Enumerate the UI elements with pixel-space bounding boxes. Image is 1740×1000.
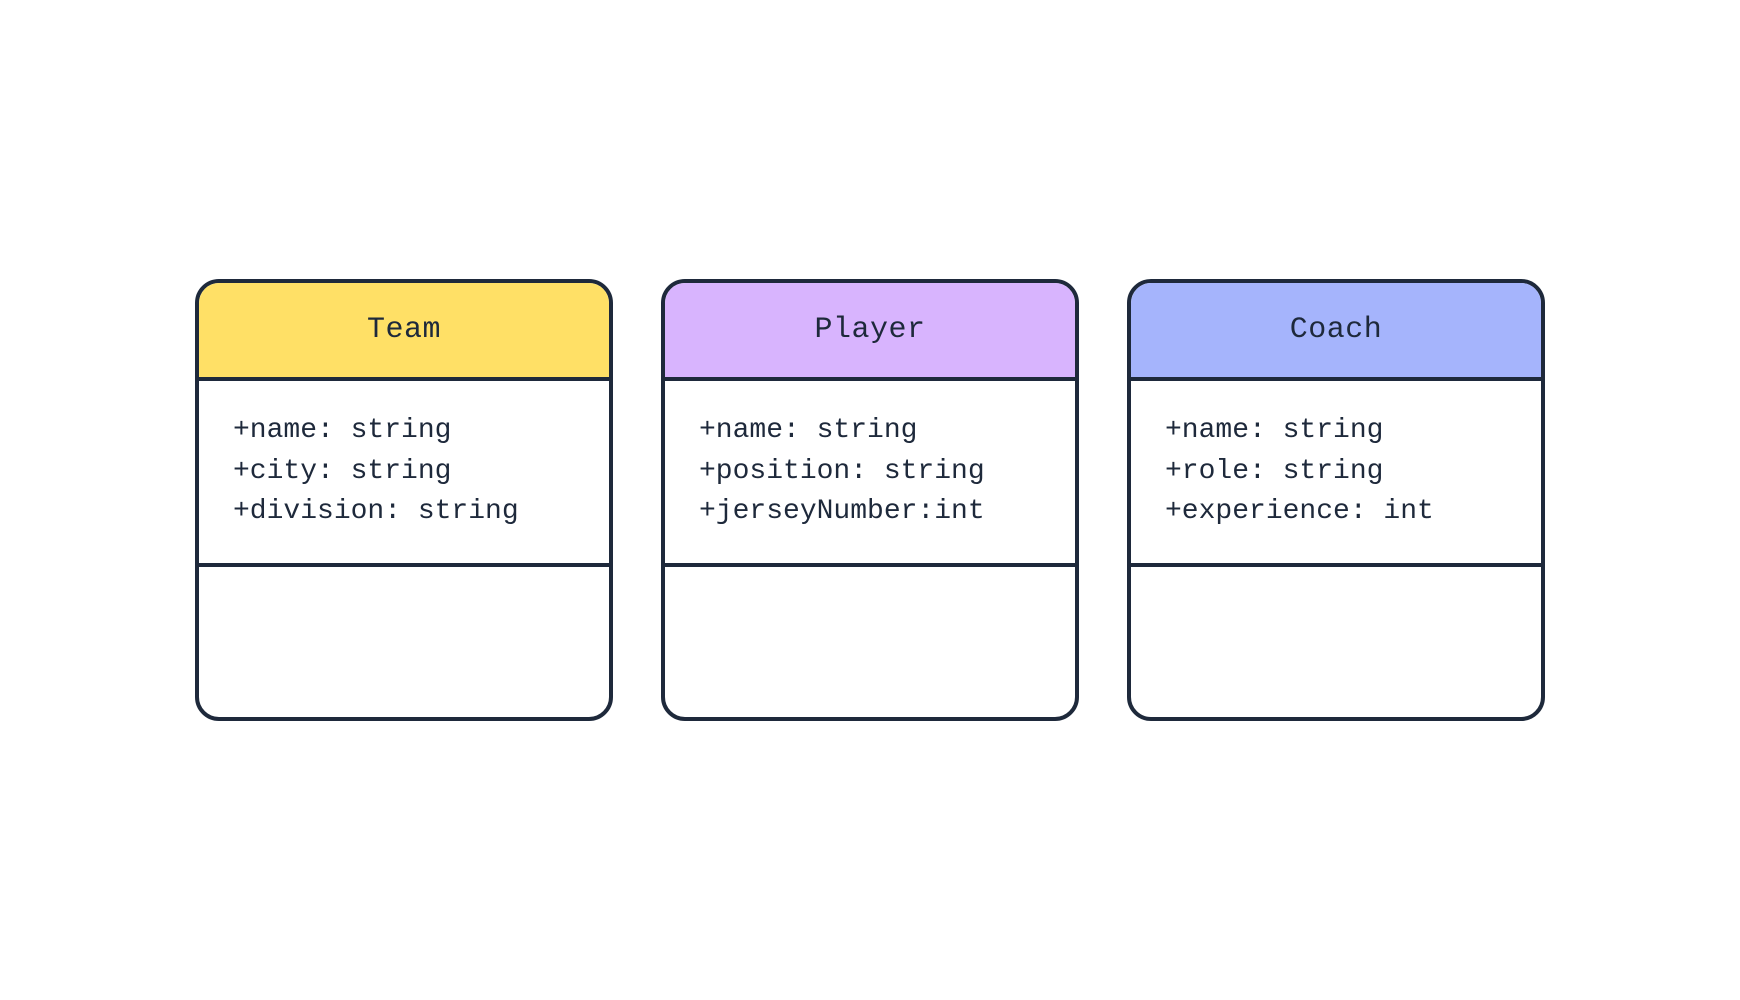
class-attribute: +name: string [1165, 411, 1507, 452]
class-attribute: +experience: int [1165, 492, 1507, 533]
class-box-coach: Coach +name: string +role: string +exper… [1127, 279, 1545, 721]
uml-class-diagram: Team +name: string +city: string +divisi… [195, 279, 1545, 721]
class-methods-section [665, 567, 1075, 717]
class-methods-section [1131, 567, 1541, 717]
class-name: Coach [1290, 313, 1383, 347]
class-attribute: +division: string [233, 492, 575, 533]
class-attribute: +name: string [233, 411, 575, 452]
class-attributes-section: +name: string +position: string +jerseyN… [665, 381, 1075, 567]
class-attributes-section: +name: string +role: string +experience:… [1131, 381, 1541, 567]
class-box-player: Player +name: string +position: string +… [661, 279, 1079, 721]
class-header: Player [665, 283, 1075, 381]
class-attribute: +city: string [233, 452, 575, 493]
class-name: Team [367, 313, 441, 347]
class-attribute: +role: string [1165, 452, 1507, 493]
class-attribute: +name: string [699, 411, 1041, 452]
class-attribute: +jerseyNumber:int [699, 492, 1041, 533]
class-header: Team [199, 283, 609, 381]
class-header: Coach [1131, 283, 1541, 381]
class-attribute: +position: string [699, 452, 1041, 493]
class-box-team: Team +name: string +city: string +divisi… [195, 279, 613, 721]
class-name: Player [814, 313, 925, 347]
class-attributes-section: +name: string +city: string +division: s… [199, 381, 609, 567]
class-methods-section [199, 567, 609, 717]
